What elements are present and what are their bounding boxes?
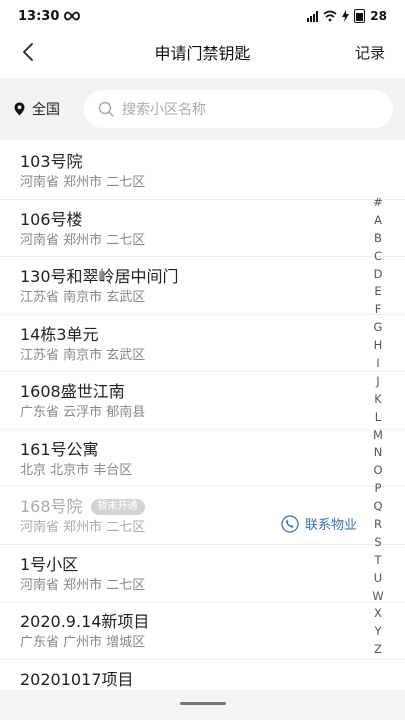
- item-address: 河南省 郑州市 二七区: [20, 232, 146, 248]
- list-item[interactable]: 106号楼 河南省 郑州市 二七区: [0, 200, 405, 257]
- index-letter[interactable]: R: [374, 516, 382, 534]
- item-name: 2020.9.14新项目: [20, 612, 150, 631]
- list-item[interactable]: 1号小区 河南省 郑州市 二七区: [0, 545, 405, 602]
- index-letter[interactable]: #: [373, 194, 383, 212]
- status-badge: 暂未开通: [90, 499, 145, 515]
- back-button[interactable]: [14, 38, 42, 66]
- index-letter[interactable]: S: [374, 534, 381, 552]
- phone-icon: [281, 514, 299, 533]
- item-name: 1608盛世江南: [20, 382, 125, 401]
- status-right: 28: [307, 9, 387, 23]
- item-name: 14栋3单元: [20, 324, 99, 344]
- index-letter[interactable]: W: [372, 588, 383, 606]
- nav-bar: 申请门禁钥匙 记录: [0, 32, 405, 72]
- index-letter[interactable]: T: [374, 552, 381, 570]
- list-item[interactable]: 2020.9.14新项目 广东省 广州市 增城区: [0, 602, 405, 660]
- contact-property-button[interactable]: 联系物业: [281, 514, 357, 533]
- home-bar: [0, 690, 405, 720]
- status-time: 13:30: [18, 8, 60, 24]
- item-name: 20201017项目: [20, 669, 134, 689]
- index-letter[interactable]: N: [374, 444, 383, 462]
- chevron-left-icon: [23, 43, 33, 61]
- list-item[interactable]: 1608盛世江南 广东省 云浮市 郁南县: [0, 372, 405, 430]
- index-letter[interactable]: E: [374, 283, 381, 301]
- community-list: 103号院 河南省 郑州市 二七区 106号楼 河南省 郑州市 二七区 130号…: [0, 142, 405, 717]
- list-item-disabled: 168号院 暂未开通 河南省 郑州市 二七区 联系物业: [0, 487, 405, 545]
- battery-level: 28: [370, 9, 387, 23]
- index-letter[interactable]: I: [376, 355, 379, 373]
- alphabet-index[interactable]: # A B C D E F G H I J K L M N O P Q R S T U W X Y Z: [371, 194, 385, 659]
- index-letter[interactable]: J: [376, 373, 379, 391]
- item-name: 103号院: [20, 152, 83, 171]
- index-letter[interactable]: D: [374, 266, 383, 284]
- index-letter[interactable]: P: [375, 480, 382, 498]
- index-letter[interactable]: X: [374, 605, 382, 623]
- item-address: 江苏省 南京市 玄武区: [20, 347, 146, 363]
- index-letter[interactable]: A: [374, 212, 382, 230]
- search-icon: [98, 101, 114, 117]
- page-title: 申请门禁钥匙: [154, 44, 251, 63]
- charging-icon: [342, 10, 350, 22]
- index-letter[interactable]: L: [375, 409, 381, 427]
- item-name: 1号小区: [20, 554, 79, 574]
- location-pin-icon: [14, 102, 25, 116]
- search-input[interactable]: 搜索小区名称: [84, 90, 393, 128]
- index-letter[interactable]: C: [374, 248, 382, 266]
- item-address: 江苏省 南京市 玄武区: [20, 290, 146, 305]
- index-letter[interactable]: Z: [374, 641, 382, 659]
- item-name: 130号和翠岭居中间门: [20, 267, 179, 286]
- list-item[interactable]: 14栋3单元 江苏省 南京市 玄武区: [0, 315, 405, 372]
- index-letter[interactable]: B: [374, 230, 382, 248]
- item-address: 北京 北京市 丰台区: [20, 462, 133, 478]
- index-letter[interactable]: H: [374, 337, 383, 355]
- search-area: 全国 搜索小区名称: [0, 78, 405, 140]
- index-letter[interactable]: G: [374, 319, 383, 337]
- index-letter[interactable]: Q: [373, 498, 382, 516]
- list-item[interactable]: 161号公寓 北京 北京市 丰台区: [0, 430, 405, 487]
- index-letter[interactable]: O: [373, 462, 382, 480]
- location-label: 全国: [32, 102, 60, 118]
- index-letter[interactable]: F: [375, 301, 382, 319]
- index-letter[interactable]: K: [374, 391, 382, 409]
- location-selector[interactable]: 全国: [14, 99, 82, 119]
- item-address: 广东省 云浮市 郁南县: [20, 405, 146, 420]
- item-name: 161号公寓: [20, 439, 99, 459]
- battery-icon: [354, 9, 366, 23]
- wifi-icon: [323, 10, 337, 22]
- item-name: 168号院: [20, 497, 83, 516]
- item-address: 广东省 广州市 增城区: [20, 635, 146, 650]
- index-letter[interactable]: Y: [374, 623, 381, 641]
- index-letter[interactable]: U: [374, 570, 382, 588]
- item-name: 106号楼: [20, 209, 83, 229]
- item-address: 河南省 郑州市 二七区: [20, 175, 146, 190]
- list-item[interactable]: 103号院 河南省 郑州市 二七区: [0, 142, 405, 200]
- index-letter[interactable]: M: [373, 427, 383, 445]
- home-indicator[interactable]: [180, 702, 226, 705]
- item-address: 河南省 郑州市 二七区: [20, 577, 146, 593]
- contact-label: 联系物业: [304, 518, 357, 533]
- status-left: 13:30: [18, 8, 81, 24]
- search-placeholder: 搜索小区名称: [122, 102, 206, 118]
- status-bar: 13:30 28: [0, 0, 405, 32]
- records-button[interactable]: 记录: [355, 42, 385, 63]
- infinity-icon: [64, 11, 81, 21]
- list-item[interactable]: 130号和翠岭居中间门 江苏省 南京市 玄武区: [0, 257, 405, 315]
- signal-icon: [307, 10, 319, 22]
